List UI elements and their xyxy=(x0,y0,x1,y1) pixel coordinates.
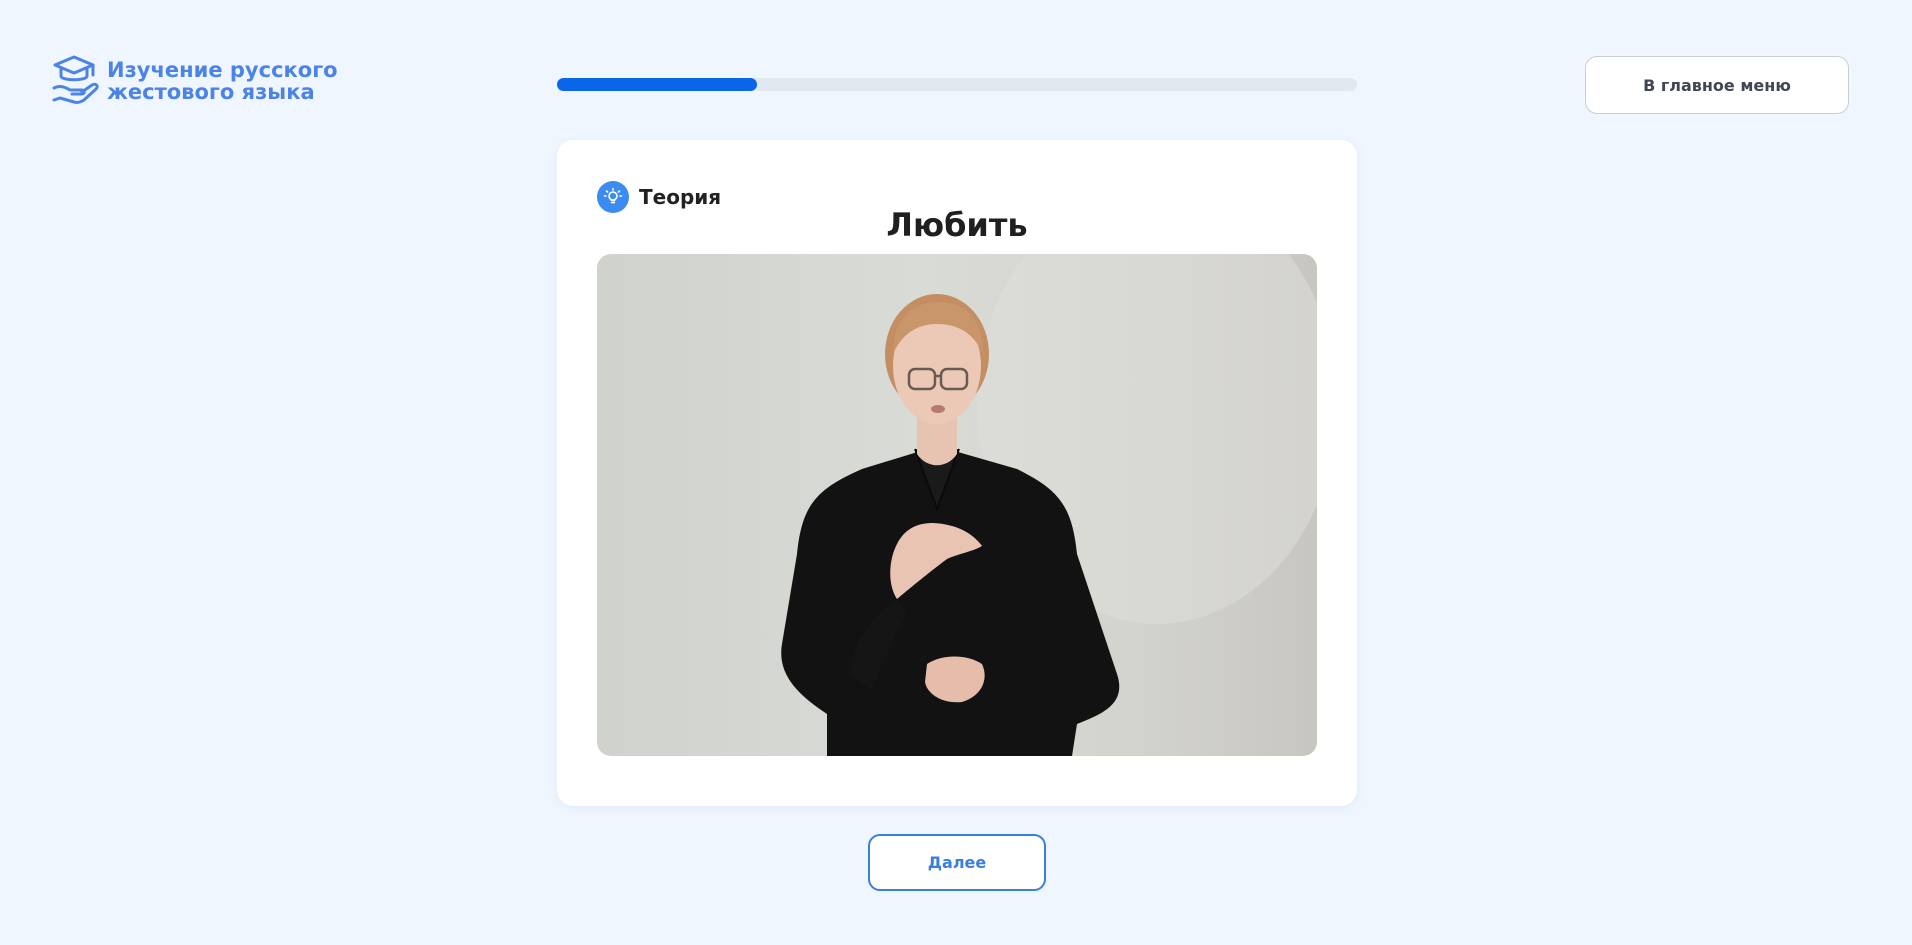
app-logo[interactable]: Изучение русского жестового языка xyxy=(52,54,338,110)
next-button[interactable]: Далее xyxy=(868,834,1046,891)
sign-word-title: Любить xyxy=(886,206,1028,244)
signer-figure xyxy=(781,254,1317,756)
app-title: Изучение русского жестового языка xyxy=(107,59,338,103)
lesson-progress-bar xyxy=(557,78,1357,91)
main-menu-button[interactable]: В главное меню xyxy=(1585,56,1849,114)
app-title-line1: Изучение русского xyxy=(107,58,338,82)
app-title-line2: жестового языка xyxy=(107,80,315,104)
lesson-card: Теория Любить xyxy=(557,140,1357,806)
graduation-cap-hand-icon xyxy=(52,55,99,104)
sign-language-video[interactable] xyxy=(597,254,1317,756)
lesson-progress-fill xyxy=(557,78,757,91)
